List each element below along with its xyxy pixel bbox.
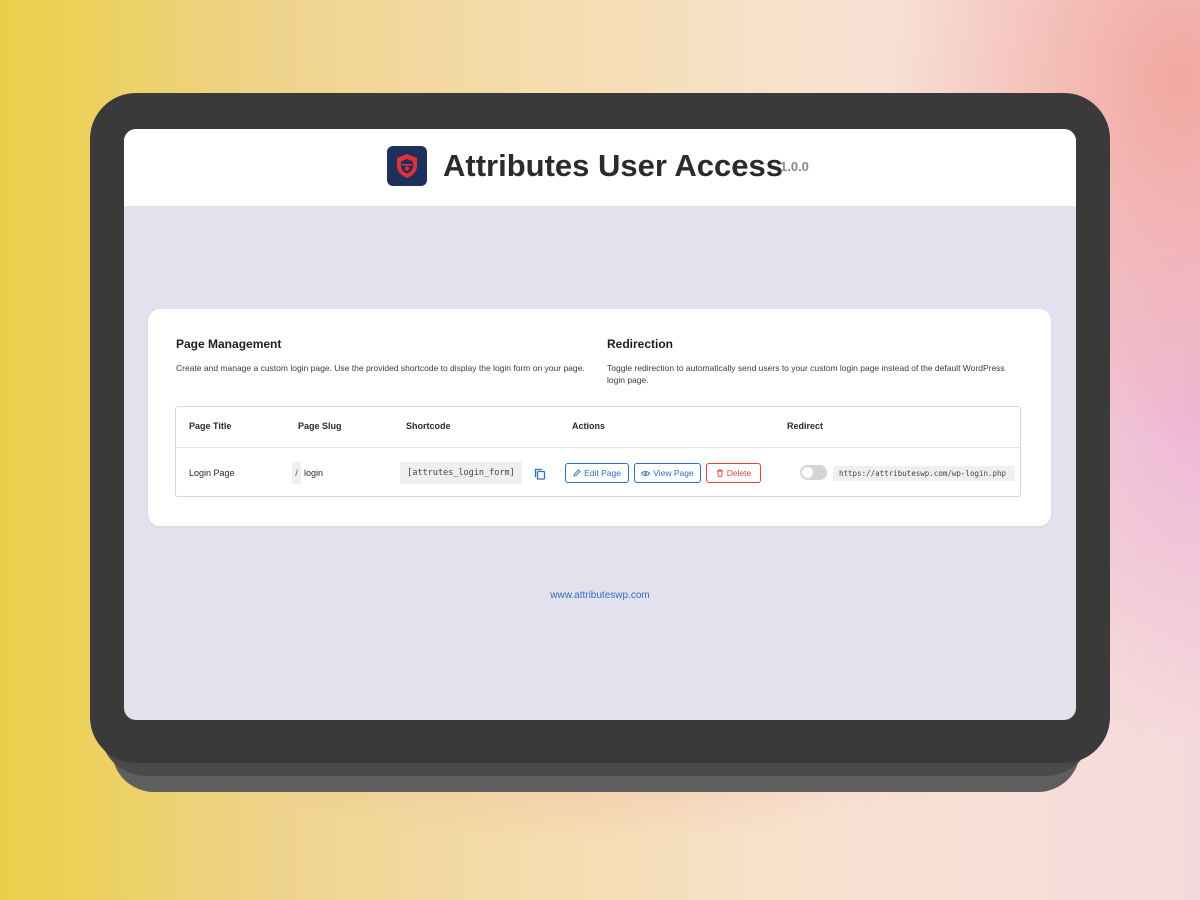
shield-logo-icon — [387, 146, 427, 186]
header-page-slug: Page Slug — [298, 421, 342, 431]
shortcode-value: [attrutes_login_form] — [400, 462, 522, 484]
row-page-slug: login — [304, 468, 324, 478]
delete-label: Delete — [726, 468, 752, 478]
trash-icon — [716, 469, 723, 477]
page-management-title: Page Management — [176, 337, 282, 351]
app-screen: Attributes User Access 1.0.0 Page Manage… — [124, 129, 1076, 720]
pages-table: Page Title Page Slug Shortcode Actions R… — [175, 406, 1021, 497]
copy-icon[interactable] — [533, 467, 547, 481]
app-title: Attributes User Access — [443, 148, 783, 183]
app-version: 1.0.0 — [780, 159, 809, 174]
settings-card: Page Management Create and manage a cust… — [148, 309, 1051, 526]
toggle-knob — [802, 467, 813, 478]
table-header: Page Title Page Slug Shortcode Actions R… — [176, 407, 1020, 448]
header-actions: Actions — [572, 421, 606, 431]
redirect-toggle[interactable] — [800, 465, 827, 480]
redirection-title: Redirection — [607, 337, 674, 351]
header-redirect: Redirect — [787, 421, 824, 431]
pencil-icon — [573, 469, 581, 477]
header-shortcode: Shortcode — [406, 421, 451, 431]
header-page-title: Page Title — [189, 421, 232, 431]
slug-prefix: / — [292, 462, 301, 484]
row-page-title: Login Page — [189, 468, 235, 478]
device-frame: Attributes User Access 1.0.0 Page Manage… — [90, 93, 1110, 763]
edit-page-button[interactable]: Edit Page — [565, 463, 629, 483]
edit-page-label: Edit Page — [584, 468, 621, 478]
delete-button[interactable]: Delete — [706, 463, 761, 483]
redirect-url-field: https://attributeswp.com/wp-login.php — [833, 466, 1015, 481]
view-page-button[interactable]: View Page — [634, 463, 701, 483]
page-management-description: Create and manage a custom login page. U… — [176, 363, 585, 373]
eye-icon — [641, 470, 651, 476]
view-page-label: View Page — [653, 468, 694, 478]
redirection-description: Toggle redirection to automatically send… — [607, 363, 1005, 385]
app-header: Attributes User Access 1.0.0 — [124, 129, 1076, 206]
footer-website-link[interactable]: www.attributeswp.com — [124, 590, 1076, 601]
